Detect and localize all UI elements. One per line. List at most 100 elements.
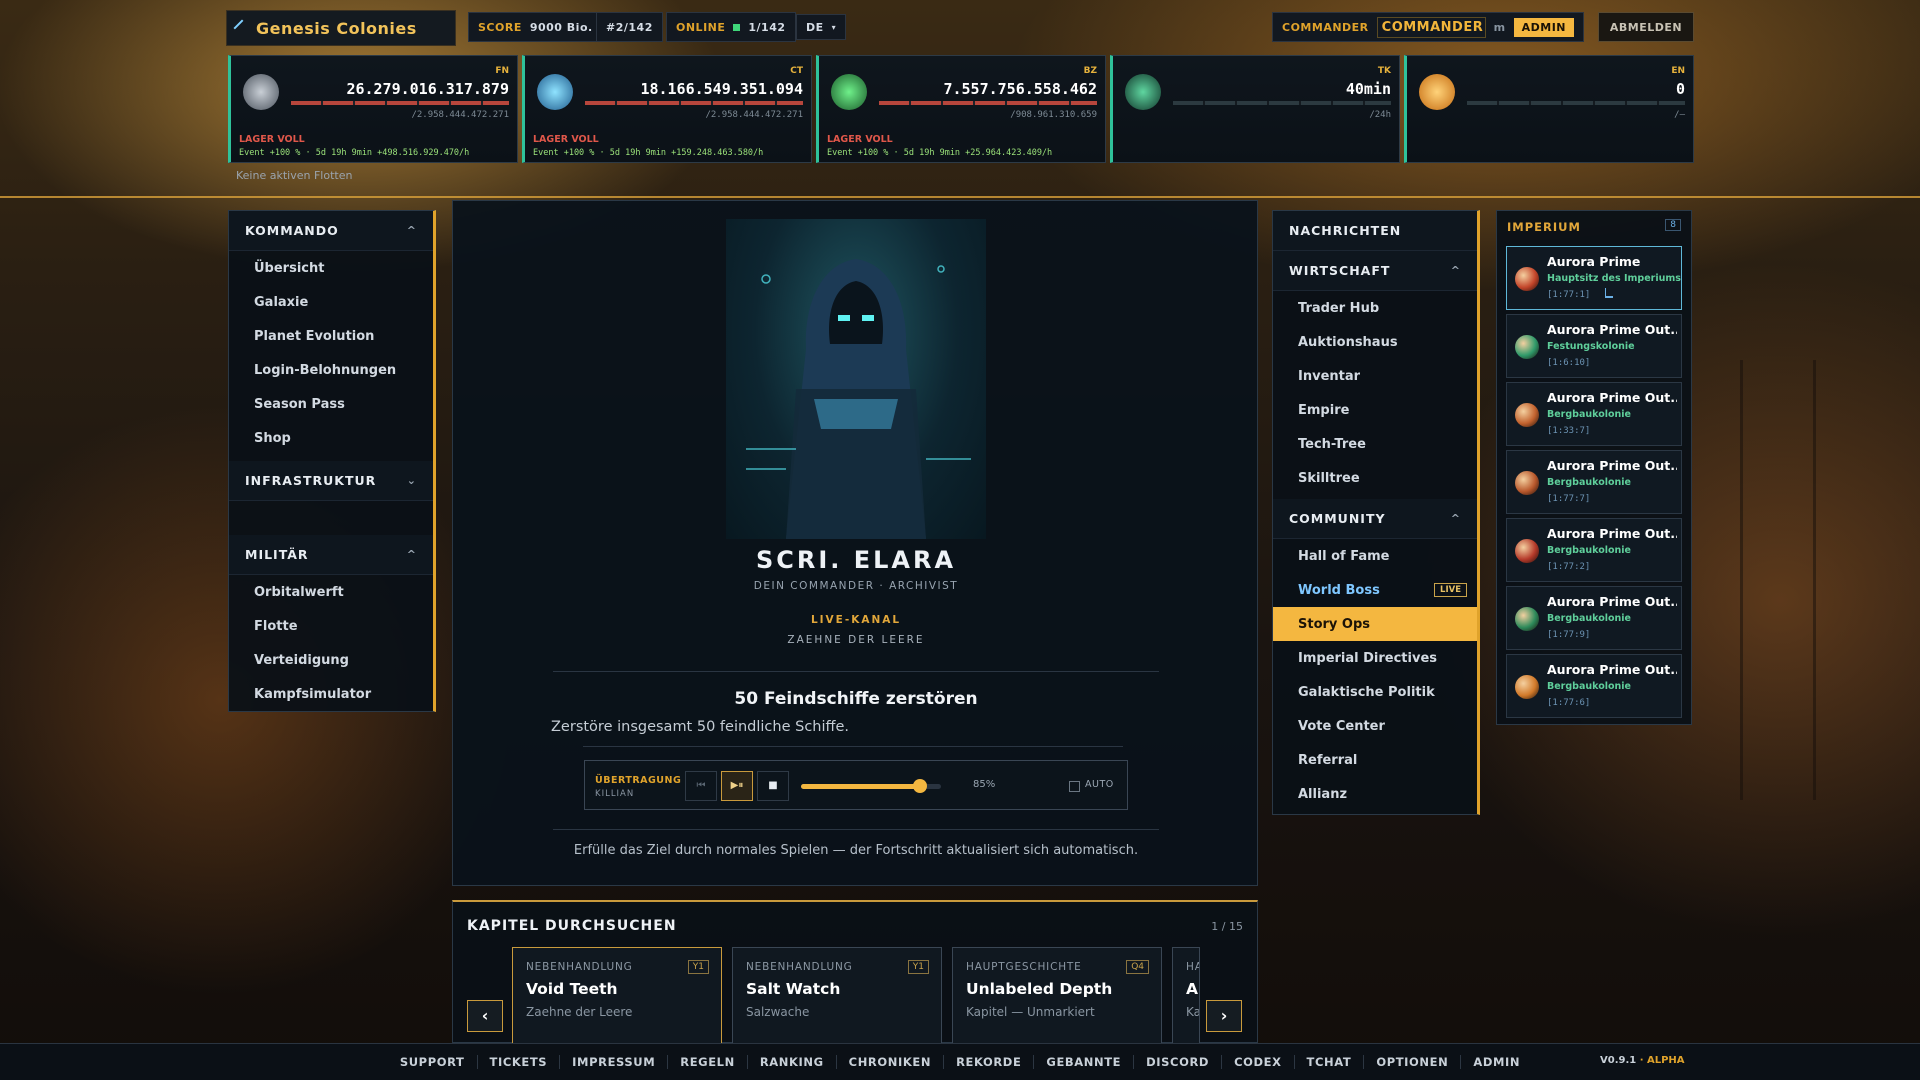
section-title: KOMMANDO: [245, 223, 339, 238]
planet-card[interactable]: Aurora Prime Out... Festungskolonie [1:6:1…: [1506, 314, 1682, 378]
nav-item-label: Vote Center: [1298, 718, 1385, 734]
nav-item[interactable]: Imperial Directives: [1273, 641, 1477, 675]
stop-button[interactable]: ■: [757, 771, 789, 801]
planet-icon: [1515, 539, 1539, 563]
nav-item[interactable]: Referral: [1273, 743, 1477, 777]
chevron-up-icon: ^: [406, 224, 417, 237]
nav-item[interactable]: Auktionshaus: [1273, 325, 1477, 359]
planet-card[interactable]: Aurora Prime Out... Bergbaukolonie [1:77:9…: [1506, 586, 1682, 650]
chapter-next-button[interactable]: ›: [1206, 1000, 1242, 1032]
volume-slider[interactable]: [801, 779, 941, 793]
chapter-card[interactable]: NEBENHANDLUNG Y1 Salt Watch Salzwache: [732, 947, 942, 1047]
nav-item[interactable]: World Boss LIVE: [1273, 573, 1477, 607]
nav-item[interactable]: Planet Evolution: [229, 319, 433, 353]
footer-link-gebannte[interactable]: GEBANNTE: [1034, 1055, 1135, 1069]
nav-item[interactable]: Season Pass: [229, 387, 433, 421]
nav-item[interactable]: Flotte: [229, 609, 433, 643]
nav-section-militaer[interactable]: MILITÄR ^: [229, 535, 433, 575]
chevron-right-icon: ›: [1220, 1006, 1228, 1025]
storage-full-label: LAGER VOLL: [533, 134, 599, 145]
planet-coords: [1:77:1]: [1547, 290, 1591, 300]
mission-title: 50 Feindschiffe zerstören: [734, 689, 978, 709]
planet-type: Festungskolonie: [1547, 341, 1635, 352]
footer-link-regeln[interactable]: REGELN: [668, 1055, 748, 1069]
footer-link-support[interactable]: SUPPORT: [388, 1055, 478, 1069]
planet-card[interactable]: Aurora Prime Hauptsitz des Imperiums [1:77…: [1506, 246, 1682, 310]
chapter-kind: NEBENHANDLUNG: [526, 961, 633, 973]
footer-link-chroniken[interactable]: CHRONIKEN: [837, 1055, 945, 1069]
nav-item[interactable]: Orbitalwerft: [229, 575, 433, 609]
nav-item[interactable]: Hall of Fame: [1273, 539, 1477, 573]
resource-tag: BZ: [1083, 66, 1097, 76]
score-display: SCORE 9000 Bio.: [468, 12, 603, 42]
nav-item-label: Galaktische Politik: [1298, 684, 1435, 700]
nav-item[interactable]: Skilltree: [1273, 461, 1477, 495]
planet-card[interactable]: Aurora Prime Out... Bergbaukolonie [1:77:2…: [1506, 518, 1682, 582]
admin-badge[interactable]: ADMIN: [1513, 17, 1574, 37]
nav-item[interactable]: Allianz: [1273, 777, 1477, 811]
resource-capacity: /—: [1674, 110, 1685, 120]
chapter-kind: NEBENHANDLUNG: [746, 961, 853, 973]
resource-card-en[interactable]: EN 0 /—: [1404, 55, 1694, 163]
nav-item[interactable]: Kampfsimulator: [229, 677, 433, 711]
footer-link-rekorde[interactable]: REKORDE: [944, 1055, 1035, 1069]
nav-item[interactable]: Inventar: [1273, 359, 1477, 393]
footer-link-admin[interactable]: ADMIN: [1461, 1055, 1532, 1069]
nav-section-infrastruktur[interactable]: INFRASTRUKTUR ⌄: [229, 461, 433, 501]
resource-card-bz[interactable]: BZ 7.557.756.558.462/908.961.310.659 LAGER…: [816, 55, 1106, 163]
footer-link-ranking[interactable]: RANKING: [748, 1055, 837, 1069]
logout-button[interactable]: ABMELDEN: [1598, 12, 1694, 42]
nav-item[interactable]: Galaxie: [229, 285, 433, 319]
commander-label: COMMANDER: [1282, 20, 1369, 34]
chapter-card[interactable]: HA A Ka: [1172, 947, 1200, 1047]
planet-card[interactable]: Aurora Prime Out... Bergbaukolonie [1:33:7…: [1506, 382, 1682, 446]
planet-card[interactable]: Aurora Prime Out... Bergbaukolonie [1:77:6…: [1506, 654, 1682, 718]
chapter-card[interactable]: NEBENHANDLUNG Y1 Void Teeth Zaehne der Leer…: [512, 947, 722, 1047]
transmission-label: ÜBERTRAGUNG: [595, 775, 682, 786]
chapter-card[interactable]: HAUPTGESCHICHTE Q4 Unlabeled Depth Kapitel …: [952, 947, 1162, 1047]
planet-card[interactable]: Aurora Prime Out... Bergbaukolonie [1:77:7…: [1506, 450, 1682, 514]
nav-section-wirtschaft[interactable]: WIRTSCHAFT ^: [1273, 251, 1477, 291]
chevron-left-icon: ‹: [481, 1006, 489, 1025]
nav-item[interactable]: Story Ops: [1273, 607, 1477, 641]
footer-link-optionen[interactable]: OPTIONEN: [1364, 1055, 1462, 1069]
language-select[interactable]: DE ▾: [796, 14, 847, 40]
nav-item-label: Skilltree: [1298, 470, 1360, 486]
divider: [553, 829, 1159, 830]
planet-icon: [1515, 675, 1539, 699]
play-pause-button[interactable]: ▶⏸: [721, 771, 753, 801]
nav-item[interactable]: Galaktische Politik: [1273, 675, 1477, 709]
nav-item[interactable]: Vote Center: [1273, 709, 1477, 743]
chapter-title: Unlabeled Depth: [966, 980, 1113, 998]
nav-item[interactable]: Trader Hub: [1273, 291, 1477, 325]
nav-item[interactable]: Übersicht: [229, 251, 433, 285]
resource-value: 7.557.756.558.462: [943, 80, 1097, 98]
nav-item[interactable]: Verteidigung: [229, 643, 433, 677]
nav-section-kommando[interactable]: KOMMANDO ^: [229, 211, 433, 251]
footer-link-tchat[interactable]: TCHAT: [1295, 1055, 1365, 1069]
footer-link-discord[interactable]: DISCORD: [1134, 1055, 1223, 1069]
nav-section-community[interactable]: COMMUNITY ^: [1273, 499, 1477, 539]
volume-fill: [801, 784, 920, 789]
resource-card-fn[interactable]: FN 26.279.016.317.879/2.958.444.472.271 LA…: [228, 55, 518, 163]
volume-handle[interactable]: [913, 779, 927, 793]
nav-news[interactable]: NACHRICHTEN: [1273, 211, 1477, 251]
footer-link-tickets[interactable]: TICKETS: [478, 1055, 561, 1069]
resource-card-tk[interactable]: TK 40min/24h: [1110, 55, 1400, 163]
planet-coords: [1:77:2]: [1547, 562, 1591, 572]
brand-logo[interactable]: Genesis Colonies: [226, 10, 456, 46]
footer-link-codex[interactable]: CODEX: [1222, 1055, 1295, 1069]
planet-name: Aurora Prime Out...: [1547, 526, 1677, 541]
resource-card-ct[interactable]: CT 18.166.549.351.094/2.958.444.472.271 LA…: [522, 55, 812, 163]
app-title: Genesis Colonies: [256, 18, 417, 38]
auto-checkbox[interactable]: [1069, 781, 1080, 792]
chapter-prev-button[interactable]: ‹: [467, 1000, 503, 1032]
nav-item[interactable]: Shop: [229, 421, 433, 455]
character-role: DEIN COMMANDER · ARCHIVIST: [753, 580, 959, 592]
nav-item[interactable]: Login-Belohnungen: [229, 353, 433, 387]
footer-link-impressum[interactable]: IMPRESSUM: [560, 1055, 669, 1069]
nav-item[interactable]: Tech-Tree: [1273, 427, 1477, 461]
nav-item[interactable]: Empire: [1273, 393, 1477, 427]
commander-name[interactable]: COMMANDER ...: [1376, 16, 1486, 38]
skip-back-button[interactable]: ⏮: [685, 771, 717, 801]
